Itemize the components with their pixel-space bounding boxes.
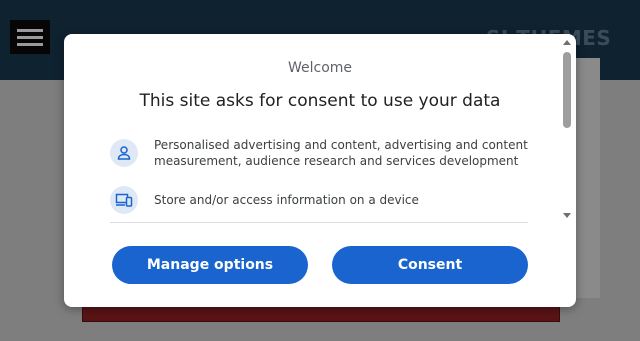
- purpose-item-personalised-ads: Personalised advertising and content, ad…: [110, 137, 530, 169]
- manage-options-button[interactable]: Manage options: [112, 246, 308, 284]
- purpose-item-store-access: Store and/or access information on a dev…: [110, 186, 530, 214]
- scroll-up-icon[interactable]: [563, 40, 571, 45]
- dialog-title: This site asks for consent to use your d…: [139, 91, 501, 111]
- hamburger-menu-icon[interactable]: [10, 20, 50, 54]
- dialog-welcome: Welcome: [287, 60, 353, 76]
- scroll-down-icon[interactable]: [563, 213, 571, 218]
- dialog-scrollbar[interactable]: [562, 40, 572, 218]
- person-icon: [110, 139, 138, 167]
- purpose-text: Store and/or access information on a dev…: [154, 193, 419, 207]
- devices-icon: [110, 186, 138, 214]
- consent-button[interactable]: Consent: [332, 246, 528, 284]
- divider: [110, 222, 528, 223]
- scroll-thumb[interactable]: [563, 52, 571, 128]
- purpose-text: Personalised advertising and content, ad…: [154, 138, 528, 168]
- consent-dialog: Welcome This site asks for consent to us…: [64, 34, 576, 307]
